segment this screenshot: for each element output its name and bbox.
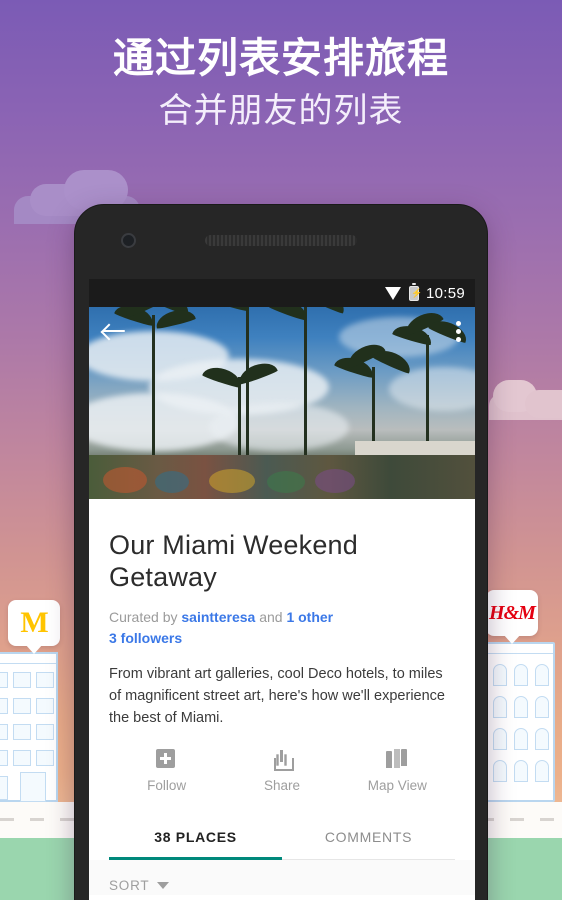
mcdonalds-logo-icon: M [20, 606, 48, 639]
phone-bezel-top [75, 205, 487, 279]
tab-active-indicator [109, 857, 282, 861]
map-pin-mcdonalds: M [8, 600, 60, 646]
back-arrow-icon[interactable] [103, 322, 125, 340]
hero-image [89, 307, 475, 499]
map-pin-hm: H&M [486, 590, 538, 636]
building-left [0, 652, 58, 802]
curated-prefix-label: Curated by [109, 608, 182, 625]
phone-mockup: ⚡ 10:59 Our Miami Weekend Getaway Curate… [74, 204, 488, 900]
tab-comments[interactable]: COMMENTS [282, 813, 455, 859]
headline-secondary: 合并朋友的列表 [158, 92, 404, 131]
page-title: Our Miami Weekend Getaway [109, 530, 358, 593]
hm-logo-icon: H&M [489, 601, 536, 624]
add-box-icon [155, 749, 175, 769]
phone-screen: ⚡ 10:59 Our Miami Weekend Getaway Curate… [89, 279, 475, 900]
building-right [483, 642, 555, 802]
map-view-button[interactable]: Map View [340, 749, 455, 793]
share-button[interactable]: Share [224, 749, 339, 793]
charging-bolt-icon: ⚡ [410, 287, 423, 298]
followers-link[interactable]: 3 followers [109, 630, 182, 646]
share-upload-icon [271, 749, 294, 772]
follow-button[interactable]: Follow [109, 749, 224, 793]
curated-conjunction-label: and [255, 608, 287, 625]
follow-button-label: Follow [147, 778, 187, 794]
sort-label: SORT [109, 878, 150, 894]
map-icon [386, 749, 408, 769]
status-bar-clock: 10:59 [425, 284, 465, 302]
app-bar [89, 307, 475, 355]
map-view-button-label: Map View [367, 778, 427, 794]
promo-headline: 通过列表安排旅程 合并朋友的列表 [0, 34, 562, 133]
hero-street-art-wall [89, 455, 475, 499]
action-bar: Follow Share Map View [109, 749, 455, 793]
headline-primary: 通过列表安排旅程 [113, 35, 449, 81]
status-bar: ⚡ 10:59 [89, 279, 475, 307]
other-collaborators-link[interactable]: 1 other [286, 609, 333, 625]
share-button-label: Share [263, 778, 300, 794]
list-detail-card: Our Miami Weekend Getaway Curated by sai… [89, 499, 475, 861]
overflow-menu-icon[interactable] [456, 320, 461, 342]
curator-link[interactable]: saintteresa [181, 609, 255, 625]
front-camera-icon [121, 233, 136, 248]
list-description: From vibrant art galleries, cool Deco ho… [109, 666, 445, 726]
tab-bar: 38 PLACES COMMENTS [109, 813, 455, 861]
curated-by-line: Curated by saintteresa and 1 other 3 fol… [109, 607, 455, 650]
earpiece-speaker [205, 235, 357, 246]
battery-charging-icon: ⚡ [408, 283, 423, 301]
tab-places[interactable]: 38 PLACES [109, 813, 282, 859]
cloud-decoration-right [489, 372, 562, 420]
sort-dropdown[interactable]: SORT [109, 878, 170, 894]
chevron-down-icon [157, 882, 170, 890]
wifi-icon [384, 286, 402, 300]
sort-bar: SORT [89, 860, 475, 896]
